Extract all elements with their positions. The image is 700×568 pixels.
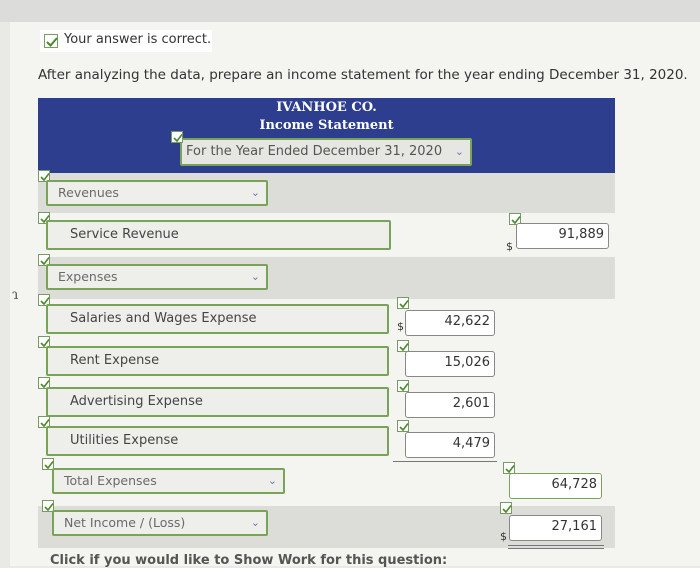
feedback-text: Your answer is correct. xyxy=(64,32,212,47)
expense-label-field[interactable]: Advertising Expense xyxy=(46,387,389,417)
expense-amount[interactable]: 15,026 xyxy=(405,351,495,377)
service-revenue-label: Service Revenue xyxy=(70,227,179,242)
expense-label: Advertising Expense xyxy=(70,394,203,409)
currency-symbol: $ xyxy=(500,530,507,543)
check-icon xyxy=(397,380,409,392)
currency-symbol: $ xyxy=(397,320,404,333)
expense-label: Utilities Expense xyxy=(70,433,179,448)
currency-symbol: $ xyxy=(506,240,513,253)
margin-mark: ɿ xyxy=(12,287,19,303)
top-band xyxy=(0,0,700,22)
net-income-amount[interactable]: 27,161 xyxy=(509,515,602,541)
expense-label: Rent Expense xyxy=(70,353,160,368)
expense-amount[interactable]: 4,479 xyxy=(405,432,495,458)
instruction-text: After analyzing the data, prepare an inc… xyxy=(38,67,688,83)
net-income-select-value: Net Income / (Loss) xyxy=(64,515,186,530)
check-icon xyxy=(397,420,409,432)
total-expenses-select[interactable]: Total Expenses ⌄ xyxy=(52,468,285,494)
check-icon xyxy=(397,297,409,309)
expenses-select-value: Expenses xyxy=(58,269,118,284)
revenues-select-value: Revenues xyxy=(58,185,119,200)
statement-header: IVANHOE CO. Income Statement For the Yea… xyxy=(38,98,615,173)
revenues-select[interactable]: Revenues ⌄ xyxy=(46,180,268,206)
double-underline-bottom xyxy=(508,548,604,549)
company-name: IVANHOE CO. xyxy=(276,100,377,115)
check-icon xyxy=(44,34,58,48)
net-income-select[interactable]: Net Income / (Loss) ⌄ xyxy=(52,510,268,536)
expense-label-field[interactable]: Utilities Expense xyxy=(46,426,389,456)
period-select-value: For the Year Ended December 31, 2020 xyxy=(186,144,443,159)
subtotal-underline xyxy=(393,461,497,462)
chevron-down-icon: ⌄ xyxy=(454,145,464,158)
chevron-down-icon: ⌄ xyxy=(250,270,260,283)
check-icon xyxy=(500,502,512,514)
period-select[interactable]: For the Year Ended December 31, 2020 ⌄ xyxy=(180,138,472,166)
expense-label-field[interactable]: Rent Expense xyxy=(46,346,389,376)
total-expenses-select-value: Total Expenses xyxy=(64,473,157,488)
expense-amount[interactable]: 42,622 xyxy=(405,310,495,336)
check-icon xyxy=(171,131,183,143)
chevron-down-icon: ⌄ xyxy=(250,516,260,529)
chevron-down-icon: ⌄ xyxy=(267,474,277,487)
expenses-select[interactable]: Expenses ⌄ xyxy=(46,264,268,290)
statement-title: Income Statement xyxy=(259,118,394,133)
expense-label-field[interactable]: Salaries and Wages Expense xyxy=(46,304,389,334)
chevron-down-icon: ⌄ xyxy=(250,186,260,199)
double-underline-top xyxy=(508,545,604,546)
service-revenue-amount[interactable]: 91,889 xyxy=(516,223,609,249)
service-revenue-field[interactable]: Service Revenue xyxy=(46,220,391,250)
total-expenses-amount[interactable]: 64,728 xyxy=(509,473,602,499)
expense-amount[interactable]: 2,601 xyxy=(405,392,495,418)
expense-label: Salaries and Wages Expense xyxy=(70,311,257,326)
